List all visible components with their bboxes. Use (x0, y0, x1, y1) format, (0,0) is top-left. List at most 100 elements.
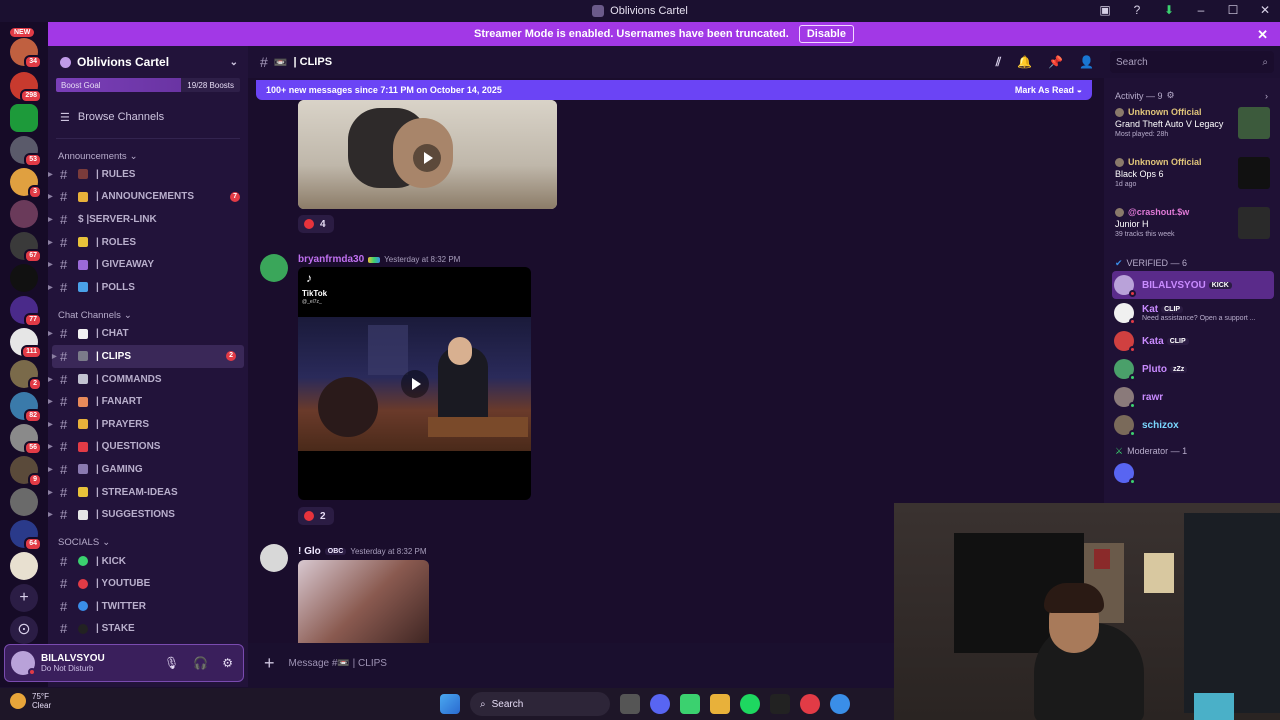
activity-header[interactable]: Activity — 9 ⚙ › (1115, 90, 1280, 101)
server-icon[interactable]: 67 (10, 232, 42, 263)
microphone-icon[interactable]: 🎙 (164, 656, 179, 670)
channel-item[interactable]: ▶ # | ROLES (48, 231, 248, 254)
server-icon[interactable] (10, 552, 38, 580)
minimize-icon[interactable]: – (1194, 3, 1208, 17)
headphones-icon[interactable]: 🎧 (193, 656, 208, 670)
weather-widget[interactable]: 75°F Clear (10, 692, 51, 710)
category-header[interactable]: SOCIALS ⌄ (48, 536, 248, 550)
help-icon[interactable]: ? (1130, 3, 1144, 17)
channel-item[interactable]: ▶ # | RULES (48, 163, 248, 186)
server-icon[interactable]: 34 (10, 38, 42, 69)
video-attachment[interactable]: ♪ TikTok @_el7z_ (298, 267, 531, 500)
mark-as-read-button[interactable]: Mark As Read ◒ (1015, 85, 1082, 95)
add-server-icon[interactable]: + (10, 584, 38, 612)
threads-icon[interactable]: ⫽ (996, 55, 1001, 70)
avatar[interactable] (11, 651, 36, 676)
file-explorer-icon[interactable] (710, 694, 730, 714)
channel-item[interactable]: ▶ # | CLIPS 2 (52, 345, 244, 368)
close-window-icon[interactable]: ✕ (1258, 3, 1272, 17)
avatar[interactable] (260, 544, 288, 572)
boost-goal-bar[interactable]: Boost Goal 19/28 Boosts (56, 78, 240, 92)
channel-item[interactable]: ▶ # | SUGGESTIONS (48, 503, 248, 526)
server-icon[interactable] (10, 104, 38, 132)
category-header[interactable]: Chat Channels ⌄ (48, 309, 248, 323)
server-icon[interactable]: 82 (10, 392, 42, 423)
member-item[interactable]: Pluto zZz (1104, 355, 1280, 383)
search-input[interactable]: Search ⌕ (1110, 51, 1274, 73)
member-item[interactable]: schizox (1104, 411, 1280, 439)
channel-item[interactable]: # | YOUTUBE (48, 573, 248, 596)
server-icon[interactable]: 53 (10, 136, 42, 167)
video-attachment[interactable] (298, 100, 557, 209)
channel-item[interactable]: ▶ # | POLLS (48, 276, 248, 299)
reaction-button[interactable]: 2 (298, 507, 334, 525)
channel-item[interactable]: ▶ # | FANART (48, 390, 248, 413)
pin-icon[interactable]: 📌 (1048, 55, 1063, 70)
server-header[interactable]: Oblivions Cartel ⌄ (48, 46, 248, 78)
call-of-duty-icon[interactable] (770, 694, 790, 714)
server-icon[interactable]: 77 (10, 296, 42, 327)
close-banner-icon[interactable]: ✕ (1257, 27, 1268, 43)
reaction-button[interactable]: 4 (298, 215, 334, 233)
channel-item[interactable]: ▶ # | PRAYERS (48, 413, 248, 436)
member-item[interactable]: BILALVSYOU KICK (1112, 271, 1274, 299)
activity-item[interactable]: Unknown Official Black Ops 6 1d ago (1104, 151, 1280, 201)
server-icon[interactable]: 2 (10, 360, 42, 391)
play-icon[interactable] (401, 370, 429, 398)
server-icon[interactable] (10, 488, 38, 516)
disable-button[interactable]: Disable (798, 25, 854, 43)
channel-item[interactable]: ▶ # | GAMING (48, 458, 248, 481)
activity-item[interactable]: @crashout.$w Junior H 39 tracks this week (1104, 201, 1280, 251)
add-attachment-icon[interactable]: + (264, 653, 275, 674)
channel-item[interactable]: ▶ # | STREAM-IDEAS (48, 481, 248, 504)
windows-start-icon[interactable] (440, 694, 460, 714)
browse-channels[interactable]: ☰ Browse Channels (48, 106, 248, 128)
member-item[interactable] (1104, 459, 1280, 487)
discord-app-icon[interactable] (650, 694, 670, 714)
gear-icon[interactable]: ⚙ (1167, 90, 1175, 101)
channel-item[interactable]: ▶ # $ |SERVER-LINK (48, 208, 248, 231)
member-item[interactable]: Kata CLIP (1104, 327, 1280, 355)
channel-item[interactable]: # | STAKE (48, 618, 248, 641)
image-attachment[interactable] (298, 560, 429, 643)
author-name[interactable]: ! Glo (298, 546, 321, 557)
chevron-right-icon[interactable]: › (1265, 91, 1268, 101)
download-icon[interactable]: ⬇ (1162, 3, 1176, 17)
server-icon[interactable]: 56 (10, 424, 42, 455)
channel-item[interactable]: # | KICK (48, 550, 248, 573)
category-header[interactable]: Announcements ⌄ (48, 149, 248, 163)
channel-item[interactable]: ▶ # | QUESTIONS (48, 436, 248, 459)
app-icon[interactable] (680, 694, 700, 714)
server-icon[interactable]: 64 (10, 520, 42, 551)
server-icon[interactable] (10, 264, 38, 292)
chevron-down-icon[interactable]: ⌄ (230, 57, 238, 68)
member-item[interactable]: rawr (1104, 383, 1280, 411)
spotify-icon[interactable] (740, 694, 760, 714)
channel-item[interactable]: # | TWITTER (48, 595, 248, 618)
activity-item[interactable]: Unknown Official Grand Theft Auto V Legac… (1104, 101, 1280, 151)
maximize-icon[interactable]: ☐ (1226, 3, 1240, 17)
chrome-icon[interactable] (800, 694, 820, 714)
chrome-profile-icon[interactable] (830, 694, 850, 714)
settings-gear-icon[interactable]: ⚙ (222, 656, 233, 670)
channel-item[interactable]: ▶ # | COMMANDS (48, 368, 248, 391)
member-item[interactable]: Kat CLIP Need assistance? Open a support .… (1104, 299, 1280, 327)
avatar[interactable] (260, 254, 288, 282)
channel-item[interactable]: ▶ # | ANNOUNCEMENTS 7 (48, 186, 248, 209)
server-icon[interactable] (10, 200, 38, 228)
author-name[interactable]: bryanfrmda30 (298, 254, 364, 265)
server-icon[interactable]: 3 (10, 168, 42, 199)
channel-item[interactable]: ▶ # | GIVEAWAY (48, 253, 248, 276)
server-icon[interactable]: 111 (10, 328, 42, 359)
server-icon[interactable]: 9 (10, 456, 42, 487)
task-view-icon[interactable] (620, 694, 640, 714)
server-icon[interactable]: 298 (10, 72, 42, 103)
taskbar-search[interactable]: ⌕ Search (470, 692, 610, 716)
channel-item[interactable]: ▶ # | CHAT (48, 323, 248, 346)
notification-bell-icon[interactable]: 🔔 (1017, 55, 1032, 70)
inbox-icon[interactable]: ▣ (1098, 3, 1112, 17)
message-composer[interactable]: + Message #📼 | CLIPS (256, 648, 896, 678)
new-messages-bar[interactable]: 100+ new messages since 7:11 PM on Octob… (256, 80, 1092, 100)
member-list-icon[interactable]: 👤 (1079, 55, 1094, 70)
discover-icon[interactable]: ⊙ (10, 616, 38, 644)
